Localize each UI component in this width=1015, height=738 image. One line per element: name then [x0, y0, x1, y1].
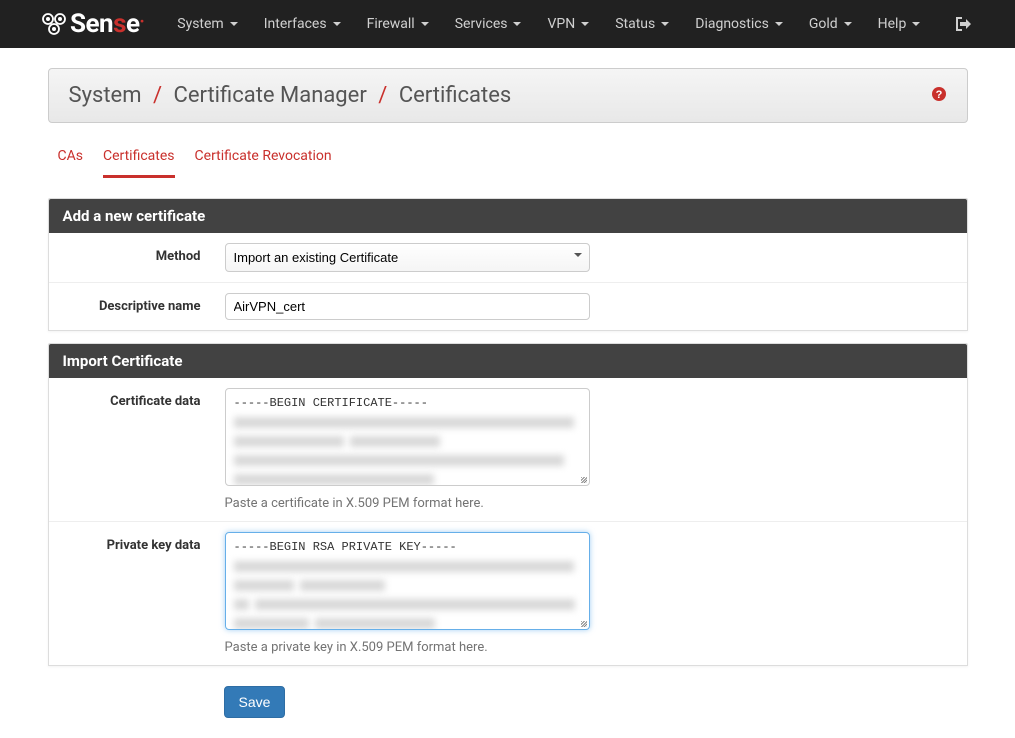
pkdata-help: Paste a private key in X.509 PEM format …	[225, 640, 595, 655]
chevron-down-icon	[912, 22, 920, 26]
panel-add-cert: Add a new certificate Method Import an e…	[48, 198, 968, 331]
tab-revocation[interactable]: Certificate Revocation	[195, 148, 332, 164]
certdata-label: Certificate data	[49, 388, 225, 409]
breadcrumb-certmgr[interactable]: Certificate Manager	[174, 83, 367, 108]
nav-interfaces[interactable]: Interfaces	[264, 16, 341, 32]
nav-help[interactable]: Help	[878, 16, 921, 32]
logo-text: Sense.	[70, 9, 144, 39]
row-certdata: Certificate data -----BEGIN CERTIFICATE-…	[49, 378, 967, 522]
row-pkdata: Private key data -----BEGIN RSA PRIVATE …	[49, 522, 967, 665]
descname-input[interactable]	[225, 293, 590, 320]
logout-icon	[956, 17, 972, 31]
breadcrumb-certs[interactable]: Certificates	[399, 83, 511, 108]
nav-firewall[interactable]: Firewall	[367, 16, 429, 32]
breadcrumb-sep: /	[153, 83, 162, 108]
pkdata-label: Private key data	[49, 532, 225, 553]
logo-icon	[40, 12, 70, 36]
tab-certificates[interactable]: Certificates	[103, 148, 175, 164]
nav-status[interactable]: Status	[615, 16, 669, 32]
save-button[interactable]: Save	[224, 686, 286, 718]
chevron-down-icon	[421, 22, 429, 26]
main-content: System / Certificate Manager / Certifica…	[38, 68, 978, 718]
pkdata-textarea[interactable]: -----BEGIN RSA PRIVATE KEY-----	[225, 532, 590, 630]
svg-text:?: ?	[935, 89, 942, 101]
tabs: CAs Certificates Certificate Revocation	[58, 148, 958, 178]
logout-button[interactable]	[956, 17, 972, 31]
nav-menu: System Interfaces Firewall Services VPN …	[164, 16, 985, 32]
chevron-down-icon	[844, 22, 852, 26]
certdata-textarea[interactable]: -----BEGIN CERTIFICATE-----	[225, 388, 590, 486]
brand-logo[interactable]: Sense.	[40, 9, 144, 39]
breadcrumb: System / Certificate Manager / Certifica…	[69, 83, 512, 108]
nav-services[interactable]: Services	[455, 16, 522, 32]
nav-diagnostics[interactable]: Diagnostics	[695, 16, 783, 32]
nav-vpn[interactable]: VPN	[547, 16, 589, 32]
chevron-down-icon	[333, 22, 341, 26]
method-select[interactable]: Import an existing Certificate	[225, 243, 590, 272]
chevron-down-icon	[513, 22, 521, 26]
nav-gold[interactable]: Gold	[809, 16, 852, 32]
chevron-down-icon	[775, 22, 783, 26]
panel-heading: Add a new certificate	[49, 199, 967, 233]
row-descname: Descriptive name	[49, 283, 967, 330]
help-icon[interactable]: ?	[931, 86, 947, 106]
resize-handle-icon[interactable]	[579, 619, 589, 629]
resize-handle-icon[interactable]	[579, 475, 589, 485]
page-header: System / Certificate Manager / Certifica…	[48, 68, 968, 123]
top-navbar: Sense. System Interfaces Firewall Servic…	[0, 0, 1015, 48]
panel-heading: Import Certificate	[49, 344, 967, 378]
breadcrumb-system[interactable]: System	[69, 83, 142, 108]
method-label: Method	[49, 243, 225, 264]
breadcrumb-sep: /	[378, 83, 387, 108]
tab-cas[interactable]: CAs	[58, 148, 83, 164]
chevron-down-icon	[581, 22, 589, 26]
descname-label: Descriptive name	[49, 293, 225, 314]
nav-system[interactable]: System	[177, 16, 237, 32]
row-method: Method Import an existing Certificate	[49, 233, 967, 283]
chevron-down-icon	[230, 22, 238, 26]
certdata-help: Paste a certificate in X.509 PEM format …	[225, 496, 595, 511]
panel-import-cert: Import Certificate Certificate data ----…	[48, 343, 968, 666]
chevron-down-icon	[661, 22, 669, 26]
